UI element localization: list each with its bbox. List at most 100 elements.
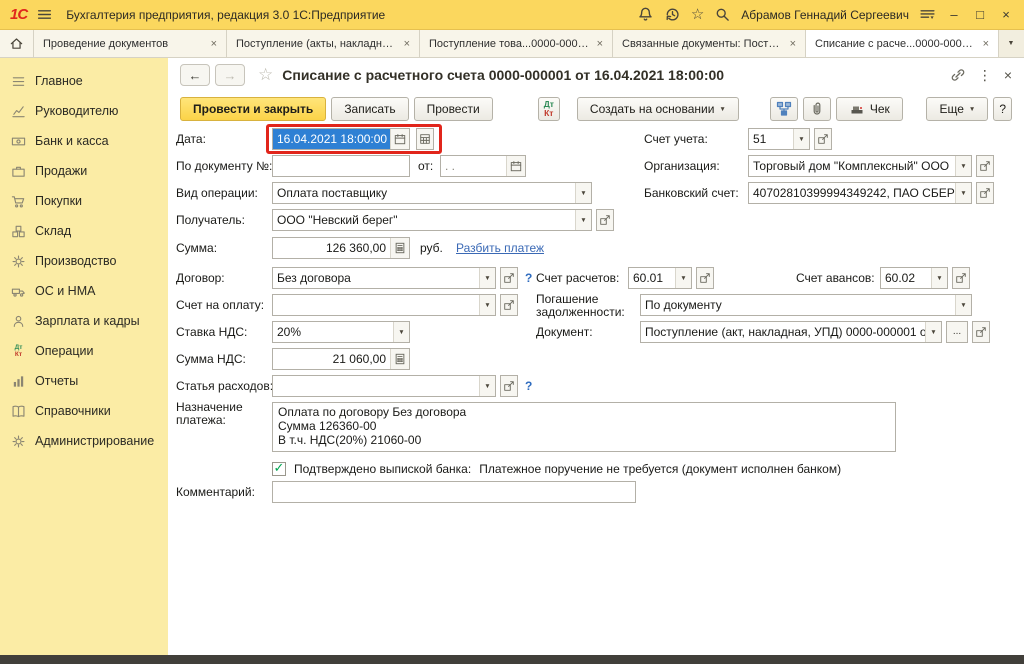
bank-confirmed-checkbox[interactable]: ✓ (272, 462, 286, 476)
sidebar-item-reports[interactable]: Отчеты (0, 366, 168, 396)
contract-help-icon[interactable]: ? (525, 267, 532, 289)
tab-close-icon[interactable]: × (211, 38, 217, 50)
minimize-button[interactable]: – (946, 7, 962, 22)
tab-posting-documents[interactable]: Проведение документов × (34, 30, 227, 57)
split-payment-link[interactable]: Разбить платеж (456, 237, 544, 259)
debt-repayment-input[interactable]: По документу ▼ (640, 294, 972, 316)
document-input[interactable]: Поступление (акт, накладная, УПД) 0000-0… (640, 321, 942, 343)
tab-home[interactable] (0, 30, 34, 57)
invoice-input[interactable]: ▼ (272, 294, 496, 316)
get-link-icon[interactable] (950, 67, 966, 83)
caret-down-icon[interactable]: ▼ (575, 183, 591, 203)
date-input[interactable]: 16.04.2021 18:00:00 (272, 128, 410, 150)
history-icon[interactable] (664, 6, 681, 23)
caret-down-icon[interactable]: ▼ (955, 295, 971, 315)
service-menu-icon[interactable] (919, 6, 936, 23)
related-documents-button[interactable] (770, 97, 798, 121)
help-button[interactable]: ? (993, 97, 1012, 121)
caret-down-icon[interactable]: ▼ (479, 376, 495, 396)
recipient-open-button[interactable] (596, 209, 614, 231)
vat-rate-input[interactable]: 20% ▼ (272, 321, 410, 343)
post-and-close-button[interactable]: Провести и закрыть (180, 97, 326, 121)
calculator-icon[interactable] (390, 349, 409, 369)
tab-close-icon[interactable]: × (404, 38, 410, 50)
caret-down-icon[interactable]: ▼ (955, 156, 971, 176)
invoice-open-button[interactable] (500, 294, 518, 316)
more-button[interactable]: Еще ▼ (926, 97, 988, 121)
post-button[interactable]: Провести (414, 97, 493, 121)
caret-down-icon[interactable]: ▼ (479, 268, 495, 288)
tab-receipt-document[interactable]: Поступление това...0000-000001 × (420, 30, 613, 57)
by-document-input[interactable] (272, 155, 410, 177)
sidebar-item-manager[interactable]: Руководителю (0, 96, 168, 126)
recipient-input[interactable]: ООО "Невский берег" ▼ (272, 209, 592, 231)
close-form-button[interactable]: × (1004, 67, 1012, 83)
account-input[interactable]: 51 ▼ (748, 128, 810, 150)
expense-item-help-icon[interactable]: ? (525, 375, 532, 397)
caret-down-icon[interactable]: ▼ (931, 268, 947, 288)
tab-receipts-list[interactable]: Поступление (акты, накладные... × (227, 30, 420, 57)
document-choose-button[interactable]: ... (946, 321, 968, 343)
calculator-icon[interactable] (390, 238, 409, 258)
sidebar-item-production[interactable]: Производство (0, 246, 168, 276)
caret-down-icon[interactable]: ▼ (393, 322, 409, 342)
from-date-input[interactable]: . . (440, 155, 526, 177)
back-button[interactable]: ← (180, 64, 210, 86)
create-based-on-button[interactable]: Создать на основании ▼ (577, 97, 739, 121)
document-open-button[interactable] (972, 321, 990, 343)
sidebar-item-payroll-hr[interactable]: Зарплата и кадры (0, 306, 168, 336)
sidebar-item-purchases[interactable]: Покупки (0, 186, 168, 216)
amount-input[interactable]: 126 360,00 (272, 237, 410, 259)
expense-item-input[interactable]: ▼ (272, 375, 496, 397)
sidebar-item-directories[interactable]: Справочники (0, 396, 168, 426)
sidebar-item-fixed-assets[interactable]: ОС и НМА (0, 276, 168, 306)
payment-purpose-textarea[interactable]: Оплата по договору Без договора Сумма 12… (272, 402, 896, 452)
tab-related-documents[interactable]: Связанные документы: Поступ... × (613, 30, 806, 57)
tab-writeoff-document[interactable]: Списание с расче...0000-000001 × (806, 30, 999, 57)
operation-type-input[interactable]: Оплата поставщику ▼ (272, 182, 592, 204)
caret-down-icon[interactable]: ▼ (675, 268, 691, 288)
caret-down-icon[interactable]: ▼ (793, 129, 809, 149)
sidebar-item-warehouse[interactable]: Склад (0, 216, 168, 246)
dtkt-button[interactable]: ДтКт (538, 97, 560, 121)
tab-close-icon[interactable]: × (983, 38, 989, 50)
comment-input[interactable] (272, 481, 636, 503)
tabs-overflow-button[interactable]: ▼ (999, 30, 1023, 57)
user-menu[interactable]: Абрамов Геннадий Сергеевич (741, 8, 909, 22)
expense-item-open-button[interactable] (500, 375, 518, 397)
advance-account-open-button[interactable] (952, 267, 970, 289)
maximize-button[interactable]: □ (972, 7, 988, 22)
caret-down-icon[interactable]: ▼ (925, 322, 941, 342)
contract-open-button[interactable] (500, 267, 518, 289)
more-actions-icon[interactable]: ⋮ (978, 67, 992, 84)
forward-button[interactable]: → (215, 64, 245, 86)
bank-account-open-button[interactable] (976, 182, 994, 204)
caret-down-icon[interactable]: ▼ (575, 210, 591, 230)
save-button[interactable]: Записать (331, 97, 408, 121)
main-menu-icon[interactable] (36, 6, 53, 23)
caret-down-icon[interactable]: ▼ (479, 295, 495, 315)
close-window-button[interactable]: × (998, 7, 1014, 22)
sidebar-item-sales[interactable]: Продажи (0, 156, 168, 186)
check-button[interactable]: Чек (836, 97, 903, 121)
date-grid-button[interactable] (416, 128, 434, 150)
tab-close-icon[interactable]: × (790, 38, 796, 50)
settlement-account-input[interactable]: 60.01 ▼ (628, 267, 692, 289)
settlement-account-open-button[interactable] (696, 267, 714, 289)
sidebar-item-administration[interactable]: Администрирование (0, 426, 168, 456)
attachments-button[interactable] (803, 97, 831, 121)
sidebar-item-operations[interactable]: ДтКт Операции (0, 336, 168, 366)
sidebar-item-bank-cash[interactable]: Банк и касса (0, 126, 168, 156)
calendar-icon[interactable] (506, 156, 525, 176)
bank-account-input[interactable]: 40702810399994349242, ПАО СБЕРБАНК ▼ (748, 182, 972, 204)
sidebar-item-main[interactable]: Главное (0, 66, 168, 96)
search-icon[interactable] (714, 6, 731, 23)
organization-input[interactable]: Торговый дом "Комплексный" ООО ▼ (748, 155, 972, 177)
contract-input[interactable]: Без договора ▼ (272, 267, 496, 289)
notifications-bell-icon[interactable] (637, 6, 654, 23)
calendar-icon[interactable] (390, 129, 409, 149)
advance-account-input[interactable]: 60.02 ▼ (880, 267, 948, 289)
vat-amount-input[interactable]: 21 060,00 (272, 348, 410, 370)
organization-open-button[interactable] (976, 155, 994, 177)
tab-close-icon[interactable]: × (597, 38, 603, 50)
